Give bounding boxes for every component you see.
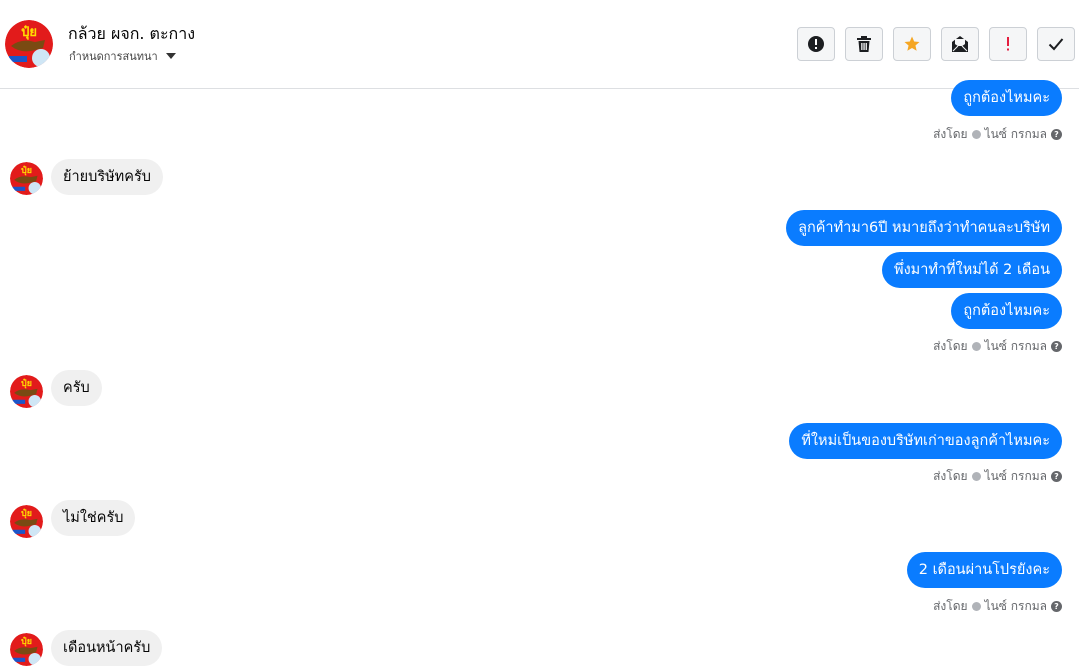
message-meta: ส่งโดย ไนซ์ กรกมล ? bbox=[933, 125, 1062, 144]
contact-name[interactable]: กล้วย ผจก. ตะกาง bbox=[68, 22, 195, 47]
report-spam-button[interactable] bbox=[797, 27, 835, 61]
sent-by-label: ส่งโดย bbox=[933, 469, 968, 483]
exclamation-icon bbox=[1007, 37, 1009, 51]
sender-name: ไนซ์ กรกมล bbox=[984, 339, 1047, 353]
check-icon bbox=[1048, 38, 1064, 51]
sent-by-label: ส่งโดย bbox=[933, 127, 968, 141]
help-icon[interactable]: ? bbox=[1051, 341, 1062, 352]
check-circle-icon bbox=[971, 130, 981, 139]
outgoing-message[interactable]: ถูกต้องไหมคะ bbox=[951, 80, 1062, 116]
caret-down-icon bbox=[165, 53, 176, 59]
outgoing-message[interactable]: ลูกค้าทำมา6ปี หมายถึงว่าทำคนละบริษัท bbox=[786, 210, 1062, 246]
delete-button[interactable] bbox=[845, 27, 883, 61]
message-meta: ส่งโดย ไนซ์ กรกมล ? bbox=[933, 467, 1062, 486]
star-button[interactable] bbox=[893, 27, 931, 61]
outgoing-message[interactable]: ถูกต้องไหมคะ bbox=[951, 293, 1062, 329]
conversation-header: กล้วย ผจก. ตะกาง กำหนดการสนทนา bbox=[0, 0, 1079, 89]
message-meta: ส่งโดย ไนซ์ กรกมล ? bbox=[933, 337, 1062, 356]
mark-done-button[interactable] bbox=[1037, 27, 1075, 61]
contact-avatar[interactable] bbox=[10, 505, 43, 538]
mark-unread-button[interactable] bbox=[941, 27, 979, 61]
check-circle-icon bbox=[971, 472, 981, 481]
check-circle-icon bbox=[971, 342, 981, 351]
check-circle-icon bbox=[971, 602, 981, 611]
incoming-message[interactable]: ย้ายบริษัทครับ bbox=[51, 159, 163, 195]
assign-label: กำหนดการสนทนา bbox=[69, 50, 158, 63]
help-icon[interactable]: ? bbox=[1051, 129, 1062, 140]
sent-by-label: ส่งโดย bbox=[933, 599, 968, 613]
envelope-open-icon bbox=[952, 36, 968, 52]
incoming-message[interactable]: เดือนหน้าครับ bbox=[51, 630, 163, 666]
exclamation-circle-icon bbox=[808, 36, 824, 52]
outgoing-message[interactable]: 2 เดือนผ่านโปรยังคะ bbox=[906, 552, 1062, 588]
outgoing-message[interactable]: พึ่งมาทำที่ใหม่ได้ 2 เดือน bbox=[882, 252, 1062, 288]
message-meta: ส่งโดย ไนซ์ กรกมล ? bbox=[933, 597, 1062, 616]
contact-avatar[interactable] bbox=[10, 633, 43, 666]
sender-name: ไนซ์ กรกมล bbox=[984, 599, 1047, 613]
sender-name: ไนซ์ กรกมล bbox=[984, 127, 1047, 141]
assign-conversation-dropdown[interactable]: กำหนดการสนทนา bbox=[69, 47, 176, 65]
follow-up-button[interactable] bbox=[989, 27, 1027, 61]
outgoing-message[interactable]: ที่ใหม่เป็นของบริษัทเก่าของลูกค้าไหมคะ bbox=[789, 423, 1062, 459]
contact-avatar[interactable] bbox=[10, 162, 43, 195]
trash-icon bbox=[857, 36, 871, 52]
star-icon bbox=[904, 36, 920, 51]
help-icon[interactable]: ? bbox=[1051, 471, 1062, 482]
help-icon[interactable]: ? bbox=[1051, 601, 1062, 612]
incoming-message[interactable]: ไม่ใช่ครับ bbox=[51, 500, 136, 536]
sender-name: ไนซ์ กรกมล bbox=[984, 469, 1047, 483]
incoming-message[interactable]: ครับ bbox=[51, 370, 102, 406]
contact-avatar[interactable] bbox=[10, 375, 43, 408]
sent-by-label: ส่งโดย bbox=[933, 339, 968, 353]
contact-avatar[interactable] bbox=[5, 20, 53, 68]
